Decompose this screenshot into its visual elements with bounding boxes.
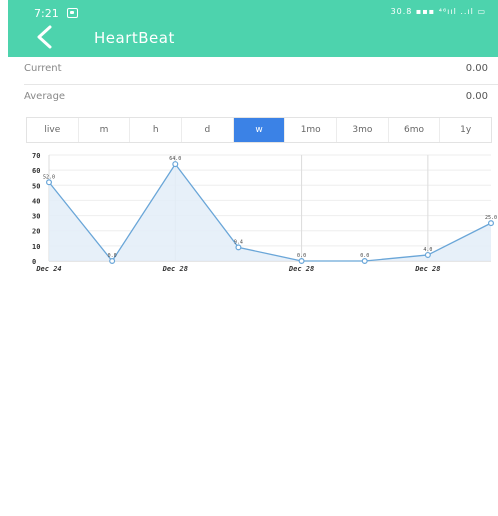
data-label: 0.0 xyxy=(297,253,306,259)
y-tick-label: 40 xyxy=(32,197,40,205)
data-label: 0.0 xyxy=(360,253,369,259)
x-tick-label: Dec 24 xyxy=(35,265,61,273)
y-tick-label: 70 xyxy=(32,152,40,160)
y-tick-label: 60 xyxy=(32,167,40,175)
data-point xyxy=(109,257,116,264)
data-point xyxy=(424,251,431,258)
data-label: 9.4 xyxy=(234,239,243,245)
app-bar: 7:21 30.8 ▪▪▪ ⁴⁶ııl ..ıl ▭ HeartBeat xyxy=(8,0,498,57)
current-value: 0.00 xyxy=(465,63,488,74)
data-label: 4.0 xyxy=(423,247,432,253)
data-point xyxy=(298,257,305,264)
data-label: 25.0 xyxy=(485,215,497,221)
status-indicators: 30.8 ▪▪▪ ⁴⁶ııl ..ıl ▭ xyxy=(390,7,486,16)
current-row: Current 0.00 xyxy=(24,56,498,85)
range-tab-d[interactable]: d xyxy=(182,118,234,142)
screen: 7:21 30.8 ▪▪▪ ⁴⁶ııl ..ıl ▭ HeartBeat Cur… xyxy=(8,0,498,516)
page-title: HeartBeat xyxy=(94,29,175,47)
range-tab-w[interactable]: w xyxy=(233,118,286,142)
status-time: 7:21 xyxy=(34,7,59,20)
average-row: Average 0.00 xyxy=(24,84,498,112)
range-selector: live m h d w 1mo 3mo 6mo 1y xyxy=(26,117,492,143)
current-label: Current xyxy=(24,63,62,74)
data-label: 0.0 xyxy=(108,253,117,259)
average-value: 0.00 xyxy=(465,91,488,102)
data-point xyxy=(361,257,368,264)
range-tab-h[interactable]: h xyxy=(130,118,183,142)
range-tab-6mo[interactable]: 6mo xyxy=(389,118,441,142)
range-tab-1mo[interactable]: 1mo xyxy=(285,118,338,142)
data-point xyxy=(172,161,179,168)
range-tab-live[interactable]: live xyxy=(27,118,79,142)
data-point xyxy=(488,220,495,227)
data-point xyxy=(235,244,242,251)
y-tick-label: 50 xyxy=(32,182,40,190)
data-label: 52.0 xyxy=(43,174,55,180)
x-tick-label: Dec 28 xyxy=(162,265,188,273)
x-tick-label: Dec 28 xyxy=(414,265,440,273)
range-tab-3mo[interactable]: 3mo xyxy=(337,118,389,142)
range-tab-m[interactable]: m xyxy=(79,118,131,142)
y-tick-label: 10 xyxy=(32,243,40,251)
back-button[interactable] xyxy=(34,23,56,51)
data-point xyxy=(45,179,52,186)
heartbeat-chart: 01020304050607052.00.064.09.40.0 0.04.025… xyxy=(32,152,497,273)
data-label: 64.0 xyxy=(169,156,181,162)
average-label: Average xyxy=(24,91,66,102)
notification-icon xyxy=(67,8,78,18)
y-tick-label: 20 xyxy=(32,228,40,236)
range-tab-1y[interactable]: 1y xyxy=(440,118,491,142)
x-tick-label: Dec 28 xyxy=(288,265,314,273)
y-tick-label: 30 xyxy=(32,213,40,221)
chevron-left-icon xyxy=(37,25,52,49)
